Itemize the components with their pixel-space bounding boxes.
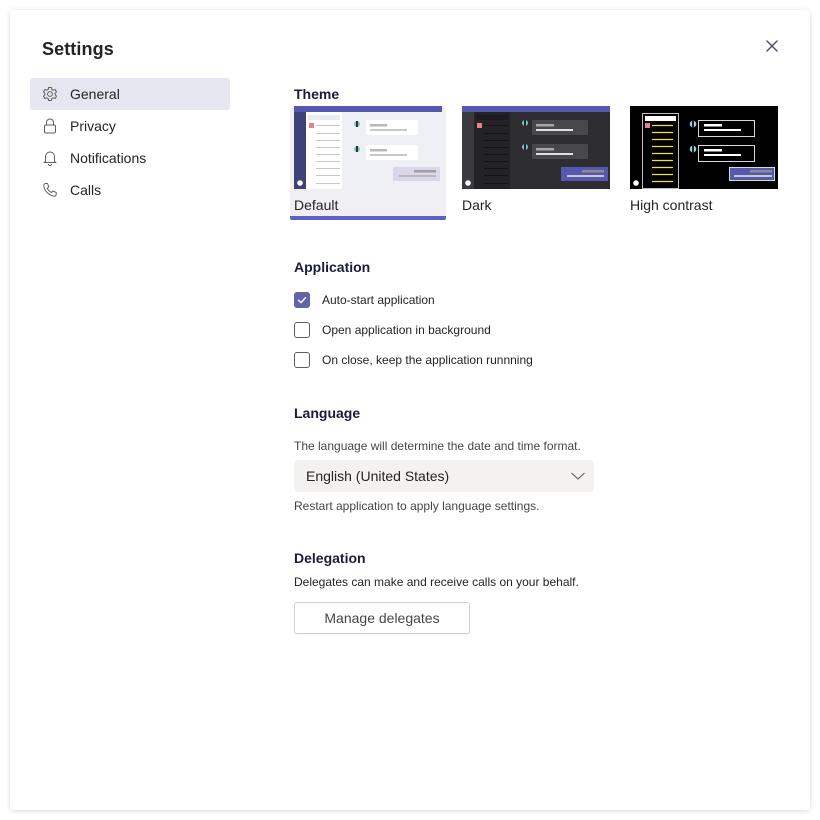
theme-label: High contrast	[630, 197, 713, 213]
language-description: The language will determine the date and…	[294, 439, 581, 453]
delegation-section-title: Delegation	[294, 550, 366, 566]
language-selected-value: English (United States)	[306, 468, 450, 484]
dark-theme-preview	[462, 106, 610, 189]
language-restart-note: Restart application to apply language se…	[294, 499, 540, 513]
theme-label: Dark	[462, 197, 492, 213]
settings-dialog: Settings General Privacy Notifications C…	[10, 10, 810, 810]
sidebar-item-calls[interactable]: Calls	[30, 174, 230, 206]
sidebar-item-label: Notifications	[70, 150, 147, 166]
language-section-title: Language	[294, 405, 361, 421]
open-in-background-checkbox-row[interactable]: Open application in background	[294, 322, 491, 338]
sidebar-item-label: General	[70, 86, 120, 102]
sidebar-item-privacy[interactable]: Privacy	[30, 110, 230, 142]
high-contrast-theme-preview	[630, 106, 778, 189]
chevron-down-icon	[571, 472, 585, 480]
close-icon	[766, 40, 778, 52]
checkbox-label: Open application in background	[322, 323, 491, 337]
checkbox-label: Auto-start application	[322, 293, 435, 307]
selected-indicator	[290, 216, 446, 220]
phone-icon	[40, 180, 60, 200]
auto-start-checkbox-row[interactable]: Auto-start application	[294, 292, 435, 308]
theme-option-high-contrast[interactable]: High contrast	[630, 106, 778, 220]
manage-delegates-button[interactable]: Manage delegates	[294, 602, 470, 634]
sidebar-item-notifications[interactable]: Notifications	[30, 142, 230, 174]
sidebar-item-label: Calls	[70, 182, 102, 198]
dialog-title: Settings	[42, 39, 114, 59]
close-button[interactable]	[762, 36, 782, 56]
open-in-background-checkbox[interactable]	[294, 322, 310, 338]
keep-running-checkbox[interactable]	[294, 352, 310, 368]
sidebar-item-general[interactable]: General	[30, 78, 230, 110]
manage-delegates-label: Manage delegates	[324, 610, 440, 626]
theme-option-default[interactable]: Default	[290, 106, 446, 220]
theme-option-dark[interactable]: Dark	[462, 106, 610, 220]
auto-start-checkbox[interactable]	[294, 292, 310, 308]
checkbox-label: On close, keep the application runnning	[322, 353, 533, 367]
sidebar-item-label: Privacy	[70, 118, 116, 134]
delegation-description: Delegates can make and receive calls on …	[294, 575, 579, 589]
checkmark-icon	[297, 296, 307, 304]
settings-sidebar: General Privacy Notifications Calls	[30, 78, 230, 206]
bell-icon	[40, 148, 60, 168]
theme-label: Default	[294, 197, 339, 213]
gear-icon	[40, 84, 60, 104]
lock-icon	[40, 116, 60, 136]
keep-running-checkbox-row[interactable]: On close, keep the application runnning	[294, 352, 533, 368]
application-section-title: Application	[294, 259, 371, 275]
theme-section-title: Theme	[294, 86, 340, 102]
language-dropdown[interactable]: English (United States)	[294, 460, 594, 492]
default-theme-preview	[294, 106, 442, 189]
